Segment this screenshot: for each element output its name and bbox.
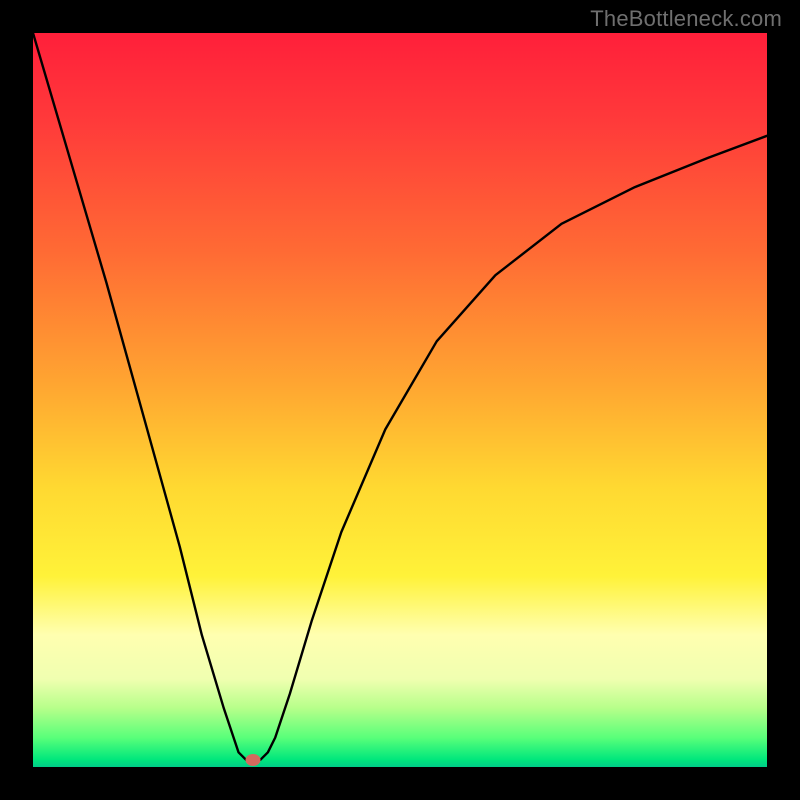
- plot-area: [33, 33, 767, 767]
- bottleneck-curve: [33, 33, 767, 767]
- optimal-point-marker: [246, 754, 261, 766]
- watermark-text: TheBottleneck.com: [590, 6, 782, 32]
- chart-frame: TheBottleneck.com: [0, 0, 800, 800]
